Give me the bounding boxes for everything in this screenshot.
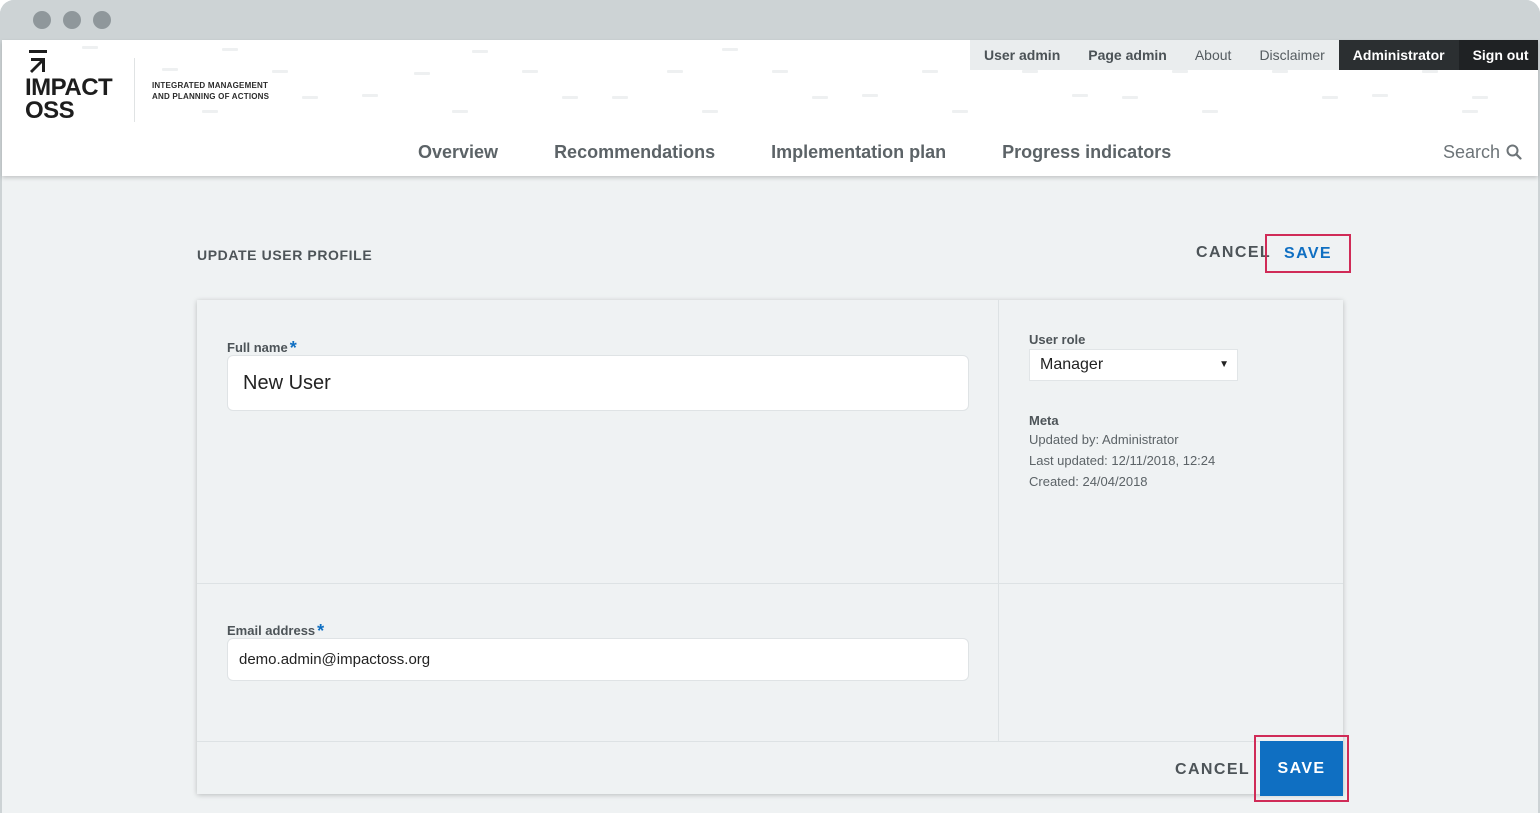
page-viewport: IMPACT OSS INTEGRATED MANAGEMENT AND PLA… [2,40,1538,813]
nav-administrator[interactable]: Administrator [1338,40,1459,70]
search-label: Search [1442,142,1500,162]
window-titlebar [0,0,1540,40]
cancel-button-bottom[interactable]: CANCEL [1175,761,1250,779]
tagline-line-1: INTEGRATED MANAGEMENT [152,81,269,90]
window-close-dot[interactable] [33,11,51,29]
logo-wordmark: IMPACT OSS [25,74,113,124]
full-name-label-text: Full name [227,340,288,355]
full-name-input[interactable]: New User [227,355,969,411]
profile-form-card: Full name * New User Email address * demo.… [197,300,1349,802]
main-navigation: Overview Recommendations Implementation … [390,140,1199,164]
site-header: IMPACT OSS INTEGRATED MANAGEMENT AND PLA… [2,40,1538,176]
nav-page-admin[interactable]: Page admin [1074,40,1181,70]
top-navigation: User admin Page admin About Disclaimer A… [970,40,1538,70]
save-button-top[interactable]: SAVE [1265,234,1351,273]
form-footer: CANCEL SAVE [197,735,1349,802]
user-role-value: Manager [1040,356,1104,373]
nav-about[interactable]: About [1181,40,1246,70]
window-minimize-dot[interactable] [63,11,81,29]
tab-recommendations[interactable]: Recommendations [526,140,743,164]
search-link[interactable]: Search [1443,140,1522,164]
form-row-divider [197,583,1343,584]
window-maximize-dot[interactable] [93,11,111,29]
page-title: UPDATE USER PROFILE [197,247,373,263]
meta-title: Meta [1029,413,1059,428]
save-highlight-frame: SAVE [1254,735,1349,802]
save-button-bottom[interactable]: SAVE [1260,741,1343,796]
email-label-text: Email address [227,623,316,638]
tab-implementation-plan[interactable]: Implementation plan [743,140,974,164]
cancel-button-top[interactable]: CANCEL [1196,244,1271,262]
meta-last-updated: Last updated: 12/11/2018, 12:24 [1029,453,1216,468]
logo-tagline: INTEGRATED MANAGEMENT AND PLANNING OF AC… [152,80,269,102]
logo-line-1: IMPACT [25,74,113,101]
user-role-label: User role [1029,332,1086,347]
tab-overview[interactable]: Overview [390,140,526,164]
search-icon [1506,144,1522,160]
meta-created: Created: 24/04/2018 [1029,474,1148,489]
tagline-line-2: AND PLANNING OF ACTIONS [152,92,270,101]
tab-progress-indicators[interactable]: Progress indicators [974,140,1199,164]
email-input[interactable]: demo.admin@impactoss.org [227,638,969,681]
logo-line-2: OSS [25,97,75,124]
browser-window: IMPACT OSS INTEGRATED MANAGEMENT AND PLA… [0,0,1540,813]
chevron-down-icon: ▼ [1219,359,1229,370]
form-main-column: Full name * New User Email address * demo.… [197,300,998,741]
email-label: Email address * [227,619,324,641]
user-role-select[interactable]: Manager ▼ [1029,349,1238,381]
full-name-label: Full name * [227,336,297,358]
meta-updated-by: Updated by: Administrator [1029,432,1179,447]
sign-out-button[interactable]: Sign out [1458,40,1538,70]
logo-divider [134,58,135,122]
form-side-column: User role Manager ▼ Meta Updated by: Adm… [998,300,1343,741]
nav-user-admin[interactable]: User admin [970,40,1074,70]
nav-disclaimer[interactable]: Disclaimer [1245,40,1338,70]
